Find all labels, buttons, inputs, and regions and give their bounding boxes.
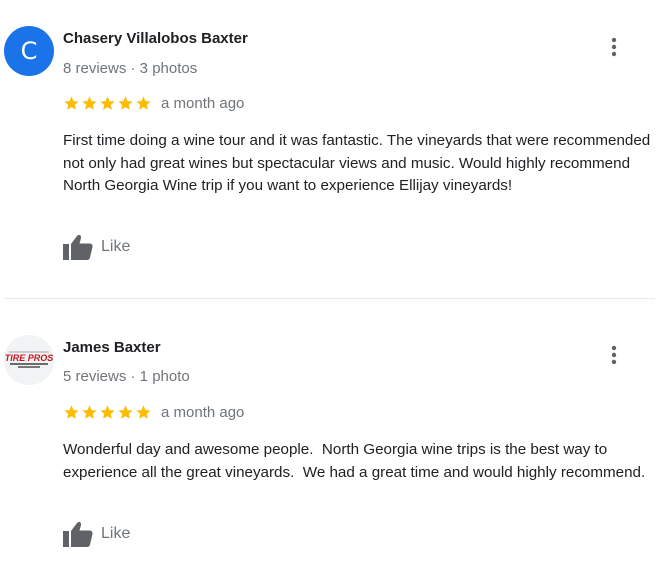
thumbs-up-icon (63, 234, 93, 260)
star-rating (63, 95, 152, 112)
reviewer-meta: 8 reviews · 3 photos (63, 60, 198, 77)
reviewer-avatar[interactable]: C (4, 26, 54, 76)
star-rating (63, 404, 152, 421)
more-vert-icon (611, 345, 617, 365)
tire-pros-logo: TIRE PROS (4, 335, 54, 385)
reviewer-name[interactable]: Chasery Villalobos Baxter (63, 30, 248, 47)
reviewer-meta: 5 reviews · 1 photo (63, 368, 190, 385)
like-label: Like (101, 238, 131, 255)
star-icon (64, 405, 79, 419)
reviewer-name[interactable]: James Baxter (63, 339, 161, 356)
star-icon (82, 405, 97, 419)
star-icon (82, 96, 97, 110)
review-text: Wonderful day and awesome people. North … (63, 441, 646, 481)
more-vert-icon (611, 37, 617, 57)
star-icon (136, 405, 151, 419)
like-button[interactable]: Like (63, 234, 130, 260)
star-icon (118, 405, 133, 419)
review-date: a month ago (161, 95, 245, 112)
review-text: First time doing a wine tour and it was … (63, 132, 651, 194)
svg-text:TIRE PROS: TIRE PROS (5, 353, 54, 363)
review-date: a month ago (161, 404, 245, 421)
thumbs-up-icon (63, 521, 93, 547)
like-button[interactable]: Like (63, 521, 130, 547)
rating-row: a month ago (63, 404, 244, 421)
star-icon (136, 96, 151, 110)
star-icon (100, 96, 115, 110)
more-options-button[interactable] (603, 36, 625, 58)
avatar-letter: C (20, 37, 38, 65)
more-options-button[interactable] (603, 344, 625, 366)
rating-row: a month ago (63, 95, 244, 112)
star-icon (100, 405, 115, 419)
star-icon (118, 96, 133, 110)
reviewer-avatar[interactable]: TIRE PROS (4, 335, 54, 385)
star-icon (64, 96, 79, 110)
like-label: Like (101, 525, 131, 542)
review-divider (4, 298, 655, 299)
